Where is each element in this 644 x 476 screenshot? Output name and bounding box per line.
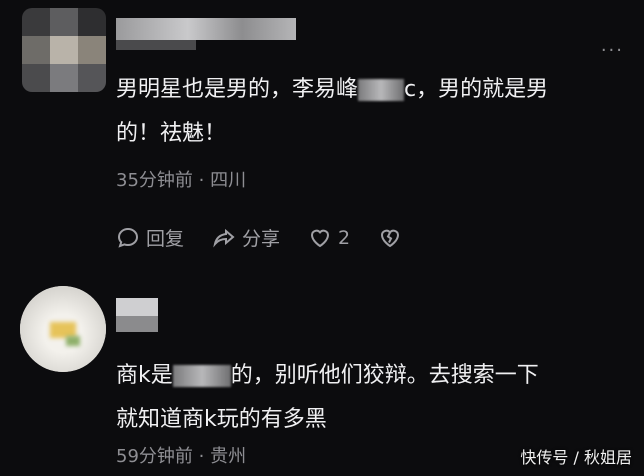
username-blurred[interactable] <box>116 18 296 40</box>
broken-heart-icon <box>381 229 400 247</box>
comment-item-1: ··· 男明星也是男的，李易峰 c，男的就是男 的！祛魅！ 35分钟前 · 四川 … <box>0 0 644 280</box>
avatar[interactable] <box>22 8 106 92</box>
redacted-text-block <box>358 79 405 101</box>
redacted-text-block <box>172 365 231 387</box>
comment-meta: 35分钟前 · 四川 <box>116 170 247 191</box>
share-label: 分享 <box>242 228 281 250</box>
dislike-button[interactable] <box>378 226 402 250</box>
chat-bubble-icon <box>117 227 139 248</box>
like-count: 2 <box>338 226 351 249</box>
like-button[interactable]: 2 <box>308 226 350 250</box>
username-blurred-secondary <box>116 316 158 332</box>
comment-text: 商k是 的，别听他们狡辩。去搜索一下 就知道商k玩的有多黑 <box>116 354 539 442</box>
share-arrow-icon <box>213 228 235 248</box>
avatar[interactable] <box>20 286 106 372</box>
more-dots-icon[interactable]: ··· <box>601 40 624 61</box>
comment-text-line-2: 就知道商k玩的有多黑 <box>116 407 327 432</box>
watermark: 快传号 / 秋姐居 <box>520 448 632 467</box>
share-button[interactable]: 分享 <box>212 224 280 251</box>
reply-button[interactable]: 回复 <box>116 224 184 251</box>
comment-text-part-b: c，男的就是男 <box>404 77 549 102</box>
username-blurred[interactable] <box>116 298 158 316</box>
heart-icon <box>311 229 330 247</box>
comment-text-line-2: 的！祛魅！ <box>116 121 227 146</box>
comment-actions: 回复 分享 2 <box>116 224 402 251</box>
reply-label: 回复 <box>146 228 185 250</box>
comment-text: 男明星也是男的，李易峰 c，男的就是男 的！祛魅！ <box>116 68 548 156</box>
comment-text-part-b: 的，别听他们狡辩。去搜索一下 <box>230 363 539 388</box>
comment-text-part-a: 男明星也是男的，李易峰 <box>116 77 359 102</box>
comment-meta: 59分钟前 · 贵州 <box>116 446 247 467</box>
comment-text-part-a: 商k是 <box>116 363 173 388</box>
username-blurred-secondary <box>116 40 196 50</box>
